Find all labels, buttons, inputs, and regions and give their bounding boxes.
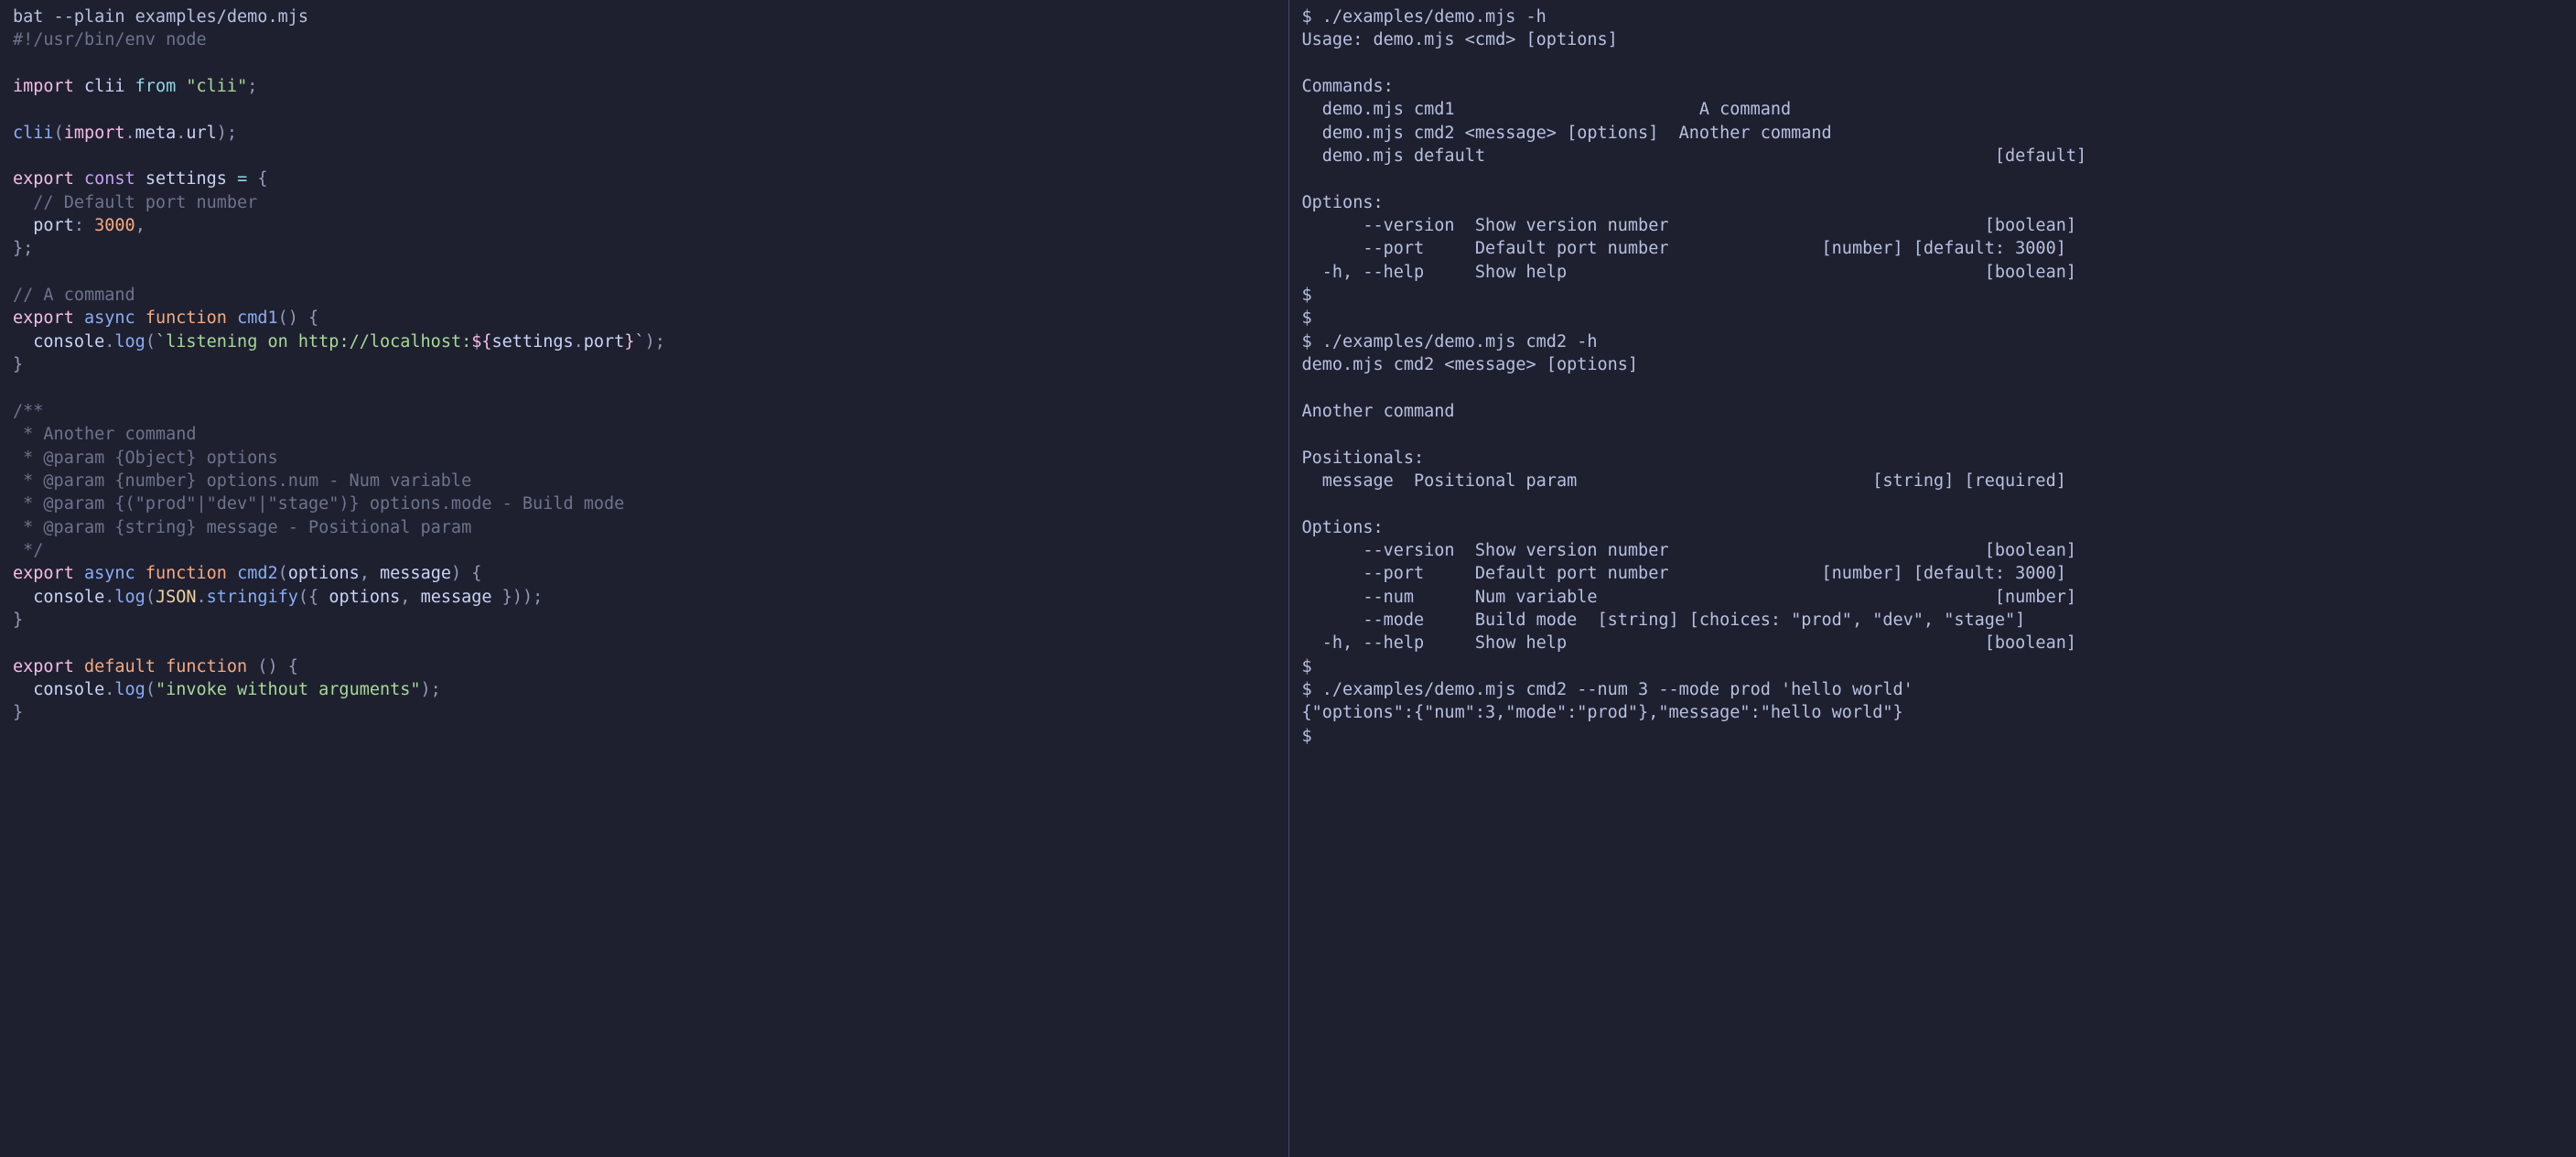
module-string: "clii"	[186, 77, 247, 96]
import-meta-kw: import	[64, 124, 125, 143]
clii-call: clii	[13, 124, 54, 143]
shebang-line: #!/usr/bin/env node	[13, 30, 207, 49]
semicolon: ;	[247, 77, 257, 96]
import-keyword: import	[13, 77, 74, 96]
open-paren: (	[54, 124, 64, 143]
cmd2-name: cmd2	[237, 564, 278, 583]
invoke-str: "invoke without arguments"	[156, 680, 421, 699]
export-kw: export	[13, 169, 74, 189]
import-name: clii	[84, 77, 125, 96]
cmd1-comment: // A command	[13, 286, 135, 305]
port-value: 3000	[94, 216, 135, 235]
port-key: port	[33, 216, 74, 235]
listen-str: listening on http://localhost:	[166, 332, 471, 351]
port-comment: // Default port number	[13, 193, 257, 212]
left-terminal-pane[interactable]: bat --plain examples/demo.mjs #!/usr/bin…	[0, 0, 1288, 1157]
settings-ident: settings	[146, 169, 227, 189]
jsdoc-open: /**	[13, 402, 43, 421]
cmd1-name: cmd1	[237, 308, 278, 328]
right-terminal-pane[interactable]: $ ./examples/demo.mjs -h Usage: demo.mjs…	[1289, 0, 2576, 1157]
bat-command: bat --plain examples/demo.mjs	[13, 7, 308, 27]
from-keyword: from	[135, 77, 177, 96]
const-kw: const	[84, 169, 135, 189]
